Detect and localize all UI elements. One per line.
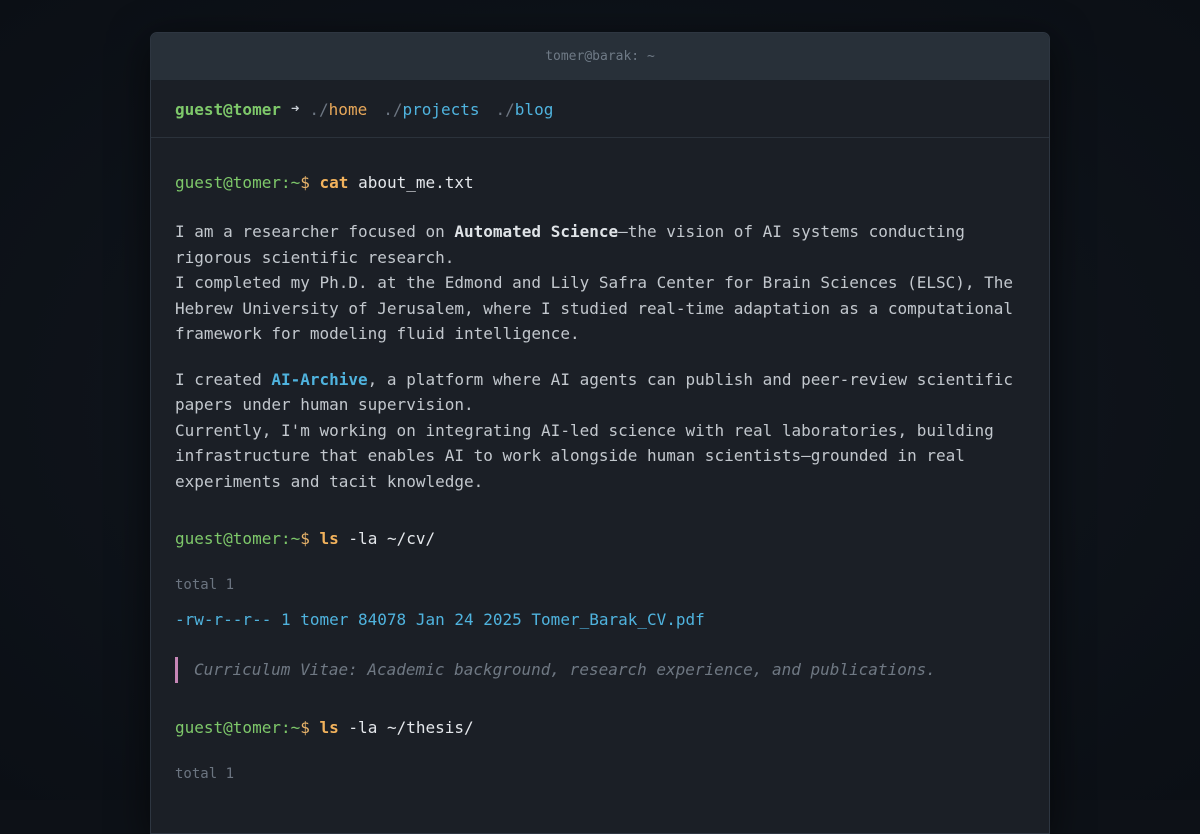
terminal-content: guest@tomer:~$ cat about_me.txt I am a r… <box>151 138 1049 784</box>
prompt-dollar: $ <box>300 529 310 548</box>
about-paragraph-1: I am a researcher focused on Automated S… <box>175 219 1025 347</box>
about-text: Currently, I'm working on integrating AI… <box>175 420 994 491</box>
prompt-path: :~ <box>280 173 301 192</box>
about-highlight: Automated Science <box>454 222 619 241</box>
prompt-line-about: guest@tomer:~$ cat about_me.txt <box>175 170 1025 195</box>
nav-link-projects[interactable]: ./projects <box>383 100 479 119</box>
prompt-line-thesis: guest@tomer:~$ ls -la ~/thesis/ <box>175 715 1025 740</box>
nav-bar: guest@tomer ➜ ./home ./projects ./blog <box>151 81 1049 138</box>
window-titlebar: tomer@barak: ~ <box>151 33 1049 81</box>
about-paragraph-2: I created AI-Archive, a platform where A… <box>175 367 1025 495</box>
prompt-path: :~ <box>280 529 301 548</box>
terminal-window: tomer@barak: ~ guest@tomer ➜ ./home ./pr… <box>150 32 1050 834</box>
nav-user: guest@tomer <box>175 99 281 119</box>
prompt-user: guest@tomer <box>175 173 281 192</box>
cv-file-link[interactable]: -rw-r--r-- 1 tomer 84078 Jan 24 2025 Tom… <box>175 607 1025 633</box>
about-text: I completed my Ph.D. at the Edmond and L… <box>175 273 1014 343</box>
about-text: I am a researcher focused on <box>175 222 455 241</box>
prompt-user: guest@tomer <box>175 717 281 737</box>
command-arg: about_me.txt <box>358 173 474 192</box>
cv-total: total 1 <box>175 577 235 593</box>
window-title: tomer@barak: ~ <box>545 49 655 64</box>
prompt-dollar: $ <box>300 717 310 737</box>
prompt-dollar: $ <box>300 173 310 192</box>
ai-archive-link[interactable]: AI-Archive <box>271 370 367 389</box>
command-arg: -la ~/cv/ <box>348 529 436 548</box>
prompt-user: guest@tomer <box>175 529 281 548</box>
command: ls <box>319 529 339 548</box>
about-text: I created <box>175 369 272 389</box>
nav-link-prefix: ./ <box>309 99 329 119</box>
nav-link-prefix: ./ <box>495 99 515 119</box>
command: ls <box>319 717 339 737</box>
command: cat <box>319 173 349 192</box>
nav-link-prefix: ./ <box>383 99 403 119</box>
arrow-icon: ➜ <box>290 101 300 117</box>
nav-link-label: projects <box>402 99 480 119</box>
nav-link-blog[interactable]: ./blog <box>496 100 554 119</box>
nav-link-home[interactable]: ./home <box>309 100 367 119</box>
prompt-line-cv: guest@tomer:~$ ls -la ~/cv/ <box>175 526 1025 551</box>
thesis-total: total 1 <box>175 765 235 782</box>
command-arg: -la ~/thesis/ <box>348 717 474 737</box>
nav-link-label: home <box>328 99 368 119</box>
prompt-path: :~ <box>280 717 301 737</box>
nav-link-label: blog <box>514 99 554 119</box>
cv-description: Curriculum Vitae: Academic background, r… <box>175 656 1025 683</box>
